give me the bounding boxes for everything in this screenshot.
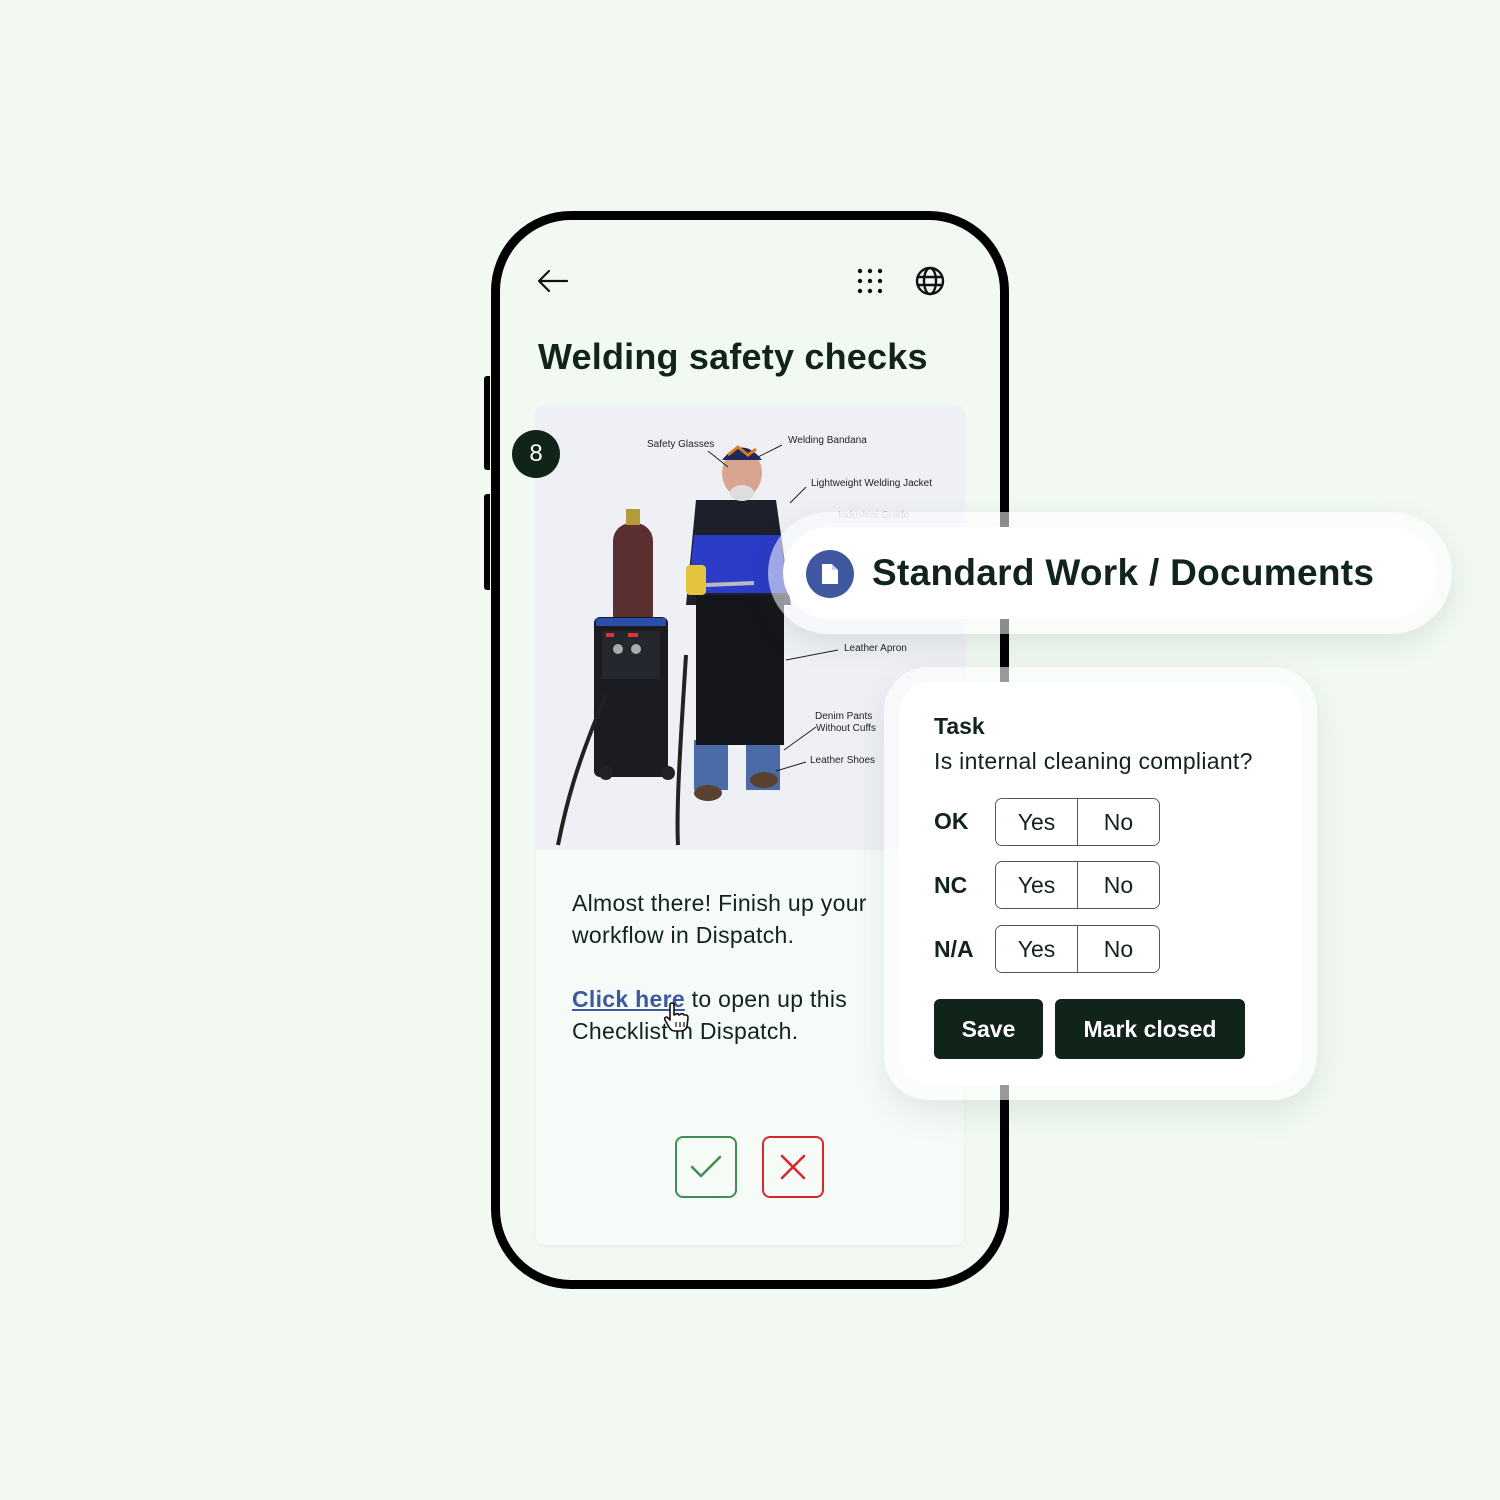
na-no-button[interactable]: No	[1077, 926, 1159, 972]
globe-icon	[915, 266, 945, 296]
label-without-cuffs: Without Cuffs	[816, 723, 876, 734]
label-welding-jacket: Lightweight Welding Jacket	[811, 478, 932, 489]
hand-pointer-icon	[663, 1002, 689, 1032]
approve-button[interactable]	[675, 1136, 737, 1198]
row-label-na: N/A	[934, 936, 974, 962]
mark-closed-button[interactable]: Mark closed	[1055, 999, 1245, 1059]
task-heading: Task	[934, 713, 985, 739]
step-number-badge: 8	[512, 430, 560, 478]
x-icon	[780, 1154, 806, 1180]
label-welding-bandana: Welding Bandana	[788, 435, 867, 446]
na-yes-button[interactable]: Yes	[996, 926, 1077, 972]
label-leather-apron: Leather Apron	[844, 643, 907, 654]
row-label-nc: NC	[934, 872, 968, 898]
back-button[interactable]	[534, 262, 572, 300]
dispatch-link-text: Click here to open up this Checklist in …	[572, 983, 902, 1047]
label-leather-shoes: Leather Shoes	[810, 755, 876, 766]
standard-work-label: Standard Work / Documents	[872, 552, 1375, 593]
language-button[interactable]	[911, 262, 949, 300]
label-denim-pants: Denim Pants	[815, 711, 873, 722]
save-button[interactable]: Save	[934, 999, 1043, 1059]
document-icon	[822, 564, 838, 584]
na-toggle-group: Yes No	[995, 925, 1160, 973]
document-icon-badge	[806, 550, 854, 598]
nc-no-button[interactable]: No	[1077, 862, 1159, 908]
apps-menu-button[interactable]	[853, 264, 887, 298]
check-icon	[690, 1155, 722, 1178]
phone-side-button	[484, 494, 490, 590]
phone-side-button	[484, 376, 490, 470]
nc-yes-button[interactable]: Yes	[996, 862, 1077, 908]
completion-message: Almost there! Finish up your workflow in…	[572, 890, 867, 948]
page-title: Welding safety checks	[538, 336, 928, 377]
ok-yes-button[interactable]: Yes	[996, 799, 1077, 845]
task-question: Is internal cleaning compliant?	[934, 748, 1253, 774]
ok-no-button[interactable]: No	[1077, 799, 1159, 845]
apps-grid-icon	[857, 268, 883, 294]
reject-button[interactable]	[762, 1136, 824, 1198]
back-arrow-icon	[537, 269, 569, 293]
label-safety-glasses: Safety Glasses	[647, 439, 715, 450]
row-label-ok: OK	[934, 808, 969, 834]
ok-toggle-group: Yes No	[995, 798, 1160, 846]
nc-toggle-group: Yes No	[995, 861, 1160, 909]
